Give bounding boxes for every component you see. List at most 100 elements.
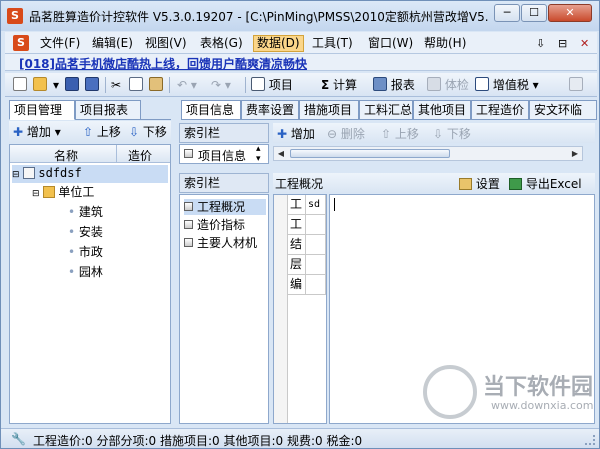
- tab-project-report[interactable]: 项目报表: [75, 100, 141, 120]
- resize-grip-icon[interactable]: [585, 435, 595, 445]
- add-icon: ✚: [277, 127, 288, 141]
- index-list: 工程概况 造价指标 主要人材机: [179, 194, 269, 424]
- open-dropdown-icon[interactable]: ▾: [53, 77, 59, 93]
- tab-project-management[interactable]: 项目管理: [9, 100, 75, 120]
- menu-tools[interactable]: 工具(T): [309, 35, 356, 52]
- grid-cell[interactable]: 编: [288, 275, 306, 295]
- move-down-button[interactable]: ⇩ 下移: [129, 124, 167, 140]
- project-button[interactable]: 项目: [251, 77, 293, 93]
- close-button[interactable]: ✕: [548, 4, 592, 22]
- cut-icon[interactable]: ✂: [111, 77, 121, 93]
- export-excel-label: 导出Excel: [525, 177, 582, 191]
- save-icon[interactable]: [65, 77, 79, 93]
- add-node-button[interactable]: ✚ 增加 ▾: [13, 124, 61, 140]
- menu-file[interactable]: 文件(F): [37, 35, 83, 52]
- project-tree: 名称 造价 ⊟ sdfdsf ⊟ 单位工 • 建筑 • 安装 • 市政 • 园林: [9, 144, 171, 424]
- undo-icon[interactable]: ↶ ▾: [177, 77, 197, 93]
- restore-doc-icon[interactable]: ⇩: [533, 35, 548, 52]
- open-folder-icon[interactable]: [33, 77, 47, 93]
- grid-cell[interactable]: [306, 255, 326, 275]
- toolbar-separator: [169, 77, 170, 93]
- status-summary: 工程造价:0 分部分项:0 措施项目:0 其他项目:0 规费:0 税金:0: [33, 434, 363, 448]
- menu-window[interactable]: 窗口(W): [365, 35, 416, 52]
- horizontal-splitter[interactable]: [179, 166, 597, 172]
- right-panel-tabs: 项目信息 费率设置 措施项目 工料汇总 其他项目 工程造价 安文环临: [181, 100, 597, 120]
- index-item-cost-indicators[interactable]: 造价指标: [184, 217, 245, 233]
- row-down-button[interactable]: ⇩ 下移: [433, 126, 471, 142]
- scroll-left-icon[interactable]: ◀: [274, 147, 288, 160]
- grid-cell[interactable]: [306, 215, 326, 235]
- grid-cell[interactable]: sd: [306, 195, 326, 215]
- tab-other-items[interactable]: 其他项目: [413, 100, 471, 119]
- tab-safety[interactable]: 安文环临: [529, 100, 597, 119]
- tree-unit[interactable]: ⊟ 单位工: [32, 184, 94, 202]
- calculate-button[interactable]: Σ 计算: [321, 77, 357, 93]
- new-file-icon[interactable]: [13, 77, 27, 93]
- square-icon: [184, 220, 193, 229]
- document-logo-icon[interactable]: S: [13, 35, 29, 51]
- horizontal-scrollbar[interactable]: ◀ ▶: [273, 146, 583, 161]
- stethoscope-icon: [427, 77, 441, 91]
- tree-root[interactable]: ⊟ sdfdsf: [12, 165, 168, 183]
- column-cost: 造价: [128, 149, 153, 163]
- grid-cell[interactable]: 工: [288, 195, 306, 215]
- extra-tool-icon[interactable]: [569, 77, 583, 93]
- minimize-doc-icon[interactable]: ⊟: [555, 35, 570, 52]
- grid-cell[interactable]: [306, 275, 326, 295]
- menu-help[interactable]: 帮助(H): [421, 35, 469, 52]
- tree-child[interactable]: • 安装: [68, 224, 103, 240]
- index-select[interactable]: 项目信息 ▴ ▾: [179, 144, 269, 164]
- title-bar[interactable]: S 品茗胜算造价计控软件 V5.3.0.19207 - [C:\PinMing\…: [1, 1, 599, 31]
- window-title: 品茗胜算造价计控软件 V5.3.0.19207 - [C:\PinMing\PM…: [29, 10, 489, 24]
- row-up-button[interactable]: ⇧ 上移: [381, 126, 419, 142]
- menu-data[interactable]: 数据(D): [253, 35, 304, 52]
- menu-edit[interactable]: 编辑(E): [89, 35, 136, 52]
- tree-child-label: 建筑: [78, 205, 103, 219]
- check-button[interactable]: 体检: [427, 77, 469, 93]
- settings-icon: [459, 178, 472, 190]
- delete-row-button[interactable]: ⊖ 删除: [327, 126, 365, 142]
- settings-button[interactable]: 设置: [459, 175, 500, 192]
- vat-button[interactable]: 增值税 ▾: [475, 77, 539, 93]
- grid-cell[interactable]: 层: [288, 255, 306, 275]
- row-up-label: 上移: [394, 127, 419, 141]
- grid-cell[interactable]: 结: [288, 235, 306, 255]
- minimize-button[interactable]: ─: [494, 4, 520, 22]
- close-doc-icon[interactable]: ✕: [577, 35, 592, 52]
- square-icon: [184, 238, 193, 247]
- index-select-value: 项目信息: [198, 149, 247, 163]
- paste-icon[interactable]: [149, 77, 163, 93]
- tree-child[interactable]: • 市政: [68, 244, 103, 260]
- delete-icon: ⊖: [327, 127, 338, 141]
- tree-child[interactable]: • 园林: [68, 264, 103, 280]
- maximize-button[interactable]: ☐: [521, 4, 547, 22]
- add-row-button[interactable]: ✚ 增加: [277, 126, 315, 142]
- index-item-main-materials[interactable]: 主要人材机: [184, 235, 257, 251]
- tab-project-cost[interactable]: 工程造价: [471, 100, 529, 119]
- collapse-toggle-icon[interactable]: ⊟: [12, 170, 20, 180]
- delete-row-label: 删除: [340, 127, 365, 141]
- export-excel-button[interactable]: 导出Excel: [509, 175, 582, 192]
- copy-icon[interactable]: [129, 77, 143, 93]
- move-up-button[interactable]: ⇧ 上移: [83, 124, 121, 140]
- promo-link[interactable]: [018]品茗手机微店酷热上线，回馈用户酷爽清凉畅快: [19, 55, 307, 72]
- tab-rate-settings[interactable]: 费率设置: [241, 100, 299, 119]
- check-button-label: 体检: [444, 78, 469, 92]
- tab-project-info[interactable]: 项目信息: [181, 100, 241, 119]
- spinner-icon[interactable]: ▴ ▾: [256, 144, 261, 164]
- tree-child[interactable]: • 建筑: [68, 204, 103, 220]
- save-all-icon[interactable]: [85, 77, 99, 93]
- collapse-toggle-icon[interactable]: ⊟: [32, 189, 40, 199]
- redo-icon[interactable]: ↷ ▾: [211, 77, 231, 93]
- menu-view[interactable]: 视图(V): [142, 35, 190, 52]
- menu-table[interactable]: 表格(G): [197, 35, 246, 52]
- tab-materials-summary[interactable]: 工料汇总: [359, 100, 413, 119]
- grid-cell[interactable]: [306, 235, 326, 255]
- scroll-thumb[interactable]: [290, 149, 450, 158]
- index-item-overview[interactable]: 工程概况: [184, 199, 266, 215]
- index-bar-title-top: 索引栏: [179, 123, 269, 143]
- grid-cell[interactable]: 工: [288, 215, 306, 235]
- scroll-right-icon[interactable]: ▶: [568, 147, 582, 160]
- tab-measures[interactable]: 措施项目: [299, 100, 359, 119]
- report-button[interactable]: 报表: [373, 77, 415, 93]
